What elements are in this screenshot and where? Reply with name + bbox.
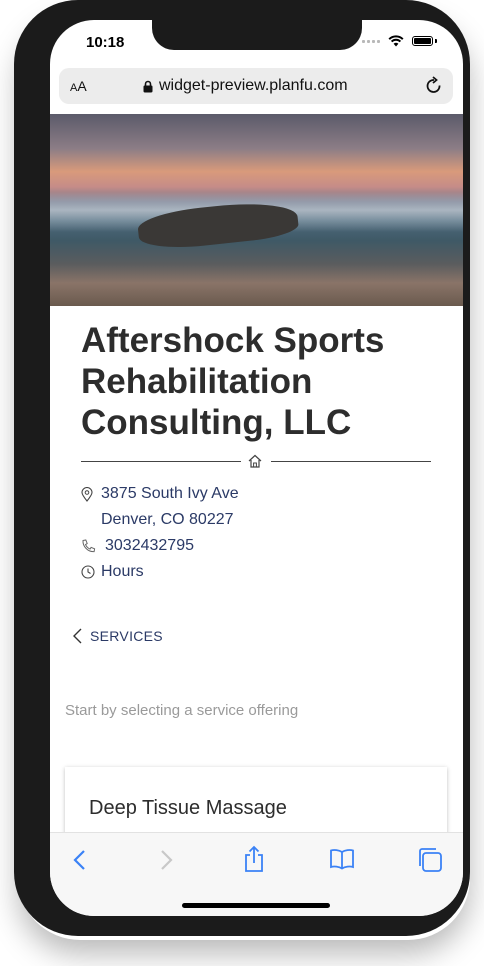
phone-number[interactable]: 3032432795 <box>105 537 194 555</box>
address-line2[interactable]: Denver, CO 80227 <box>101 511 234 529</box>
forward-arrow-icon[interactable] <box>160 849 174 871</box>
divider-right <box>271 461 431 462</box>
notch <box>152 20 362 50</box>
bookmarks-icon[interactable] <box>329 848 355 870</box>
wifi-icon <box>388 35 404 47</box>
url-bar[interactable]: AA widget-preview.planfu.com <box>59 68 453 104</box>
home-indicator[interactable] <box>182 903 330 908</box>
phone-icon <box>81 539 105 553</box>
reload-icon[interactable] <box>425 76 443 96</box>
address-line1[interactable]: 3875 South Ivy Ave <box>101 485 239 503</box>
back-arrow-icon[interactable] <box>72 849 86 871</box>
services-back-button[interactable]: SERVICES <box>73 628 163 644</box>
service-name: Deep Tissue Massage <box>89 797 287 819</box>
hours-row[interactable]: Hours <box>81 563 144 581</box>
address-line2-row[interactable]: Denver, CO 80227 <box>101 511 234 529</box>
clock-icon <box>81 565 101 579</box>
hours-link[interactable]: Hours <box>101 563 144 581</box>
phone-screen: 10:18 AA widget-preview.planfu.com After… <box>50 20 463 916</box>
address-row[interactable]: 3875 South Ivy Ave <box>81 485 239 503</box>
share-icon[interactable] <box>243 845 265 873</box>
divider-left <box>81 461 241 462</box>
status-time: 10:18 <box>86 34 125 51</box>
battery-tip <box>435 39 437 43</box>
hero-image <box>50 114 463 306</box>
tabs-icon[interactable] <box>417 847 443 873</box>
signal-icon <box>362 39 380 43</box>
battery-icon <box>412 36 433 46</box>
instructions-text: Start by selecting a service offering <box>65 702 299 719</box>
url-display[interactable]: widget-preview.planfu.com <box>143 77 348 95</box>
phone-frame: 10:18 AA widget-preview.planfu.com After… <box>14 0 470 936</box>
text-size-button[interactable]: AA <box>70 78 87 94</box>
phone-row[interactable]: 3032432795 <box>81 537 194 555</box>
lock-icon <box>143 80 153 92</box>
chevron-left-icon <box>73 628 82 644</box>
url-text: widget-preview.planfu.com <box>159 77 348 94</box>
status-icons <box>362 35 437 47</box>
map-pin-icon <box>81 486 101 502</box>
business-name: Aftershock Sports Rehabilitation Consult… <box>81 321 385 442</box>
services-label: SERVICES <box>90 628 163 644</box>
home-icon <box>248 454 262 468</box>
